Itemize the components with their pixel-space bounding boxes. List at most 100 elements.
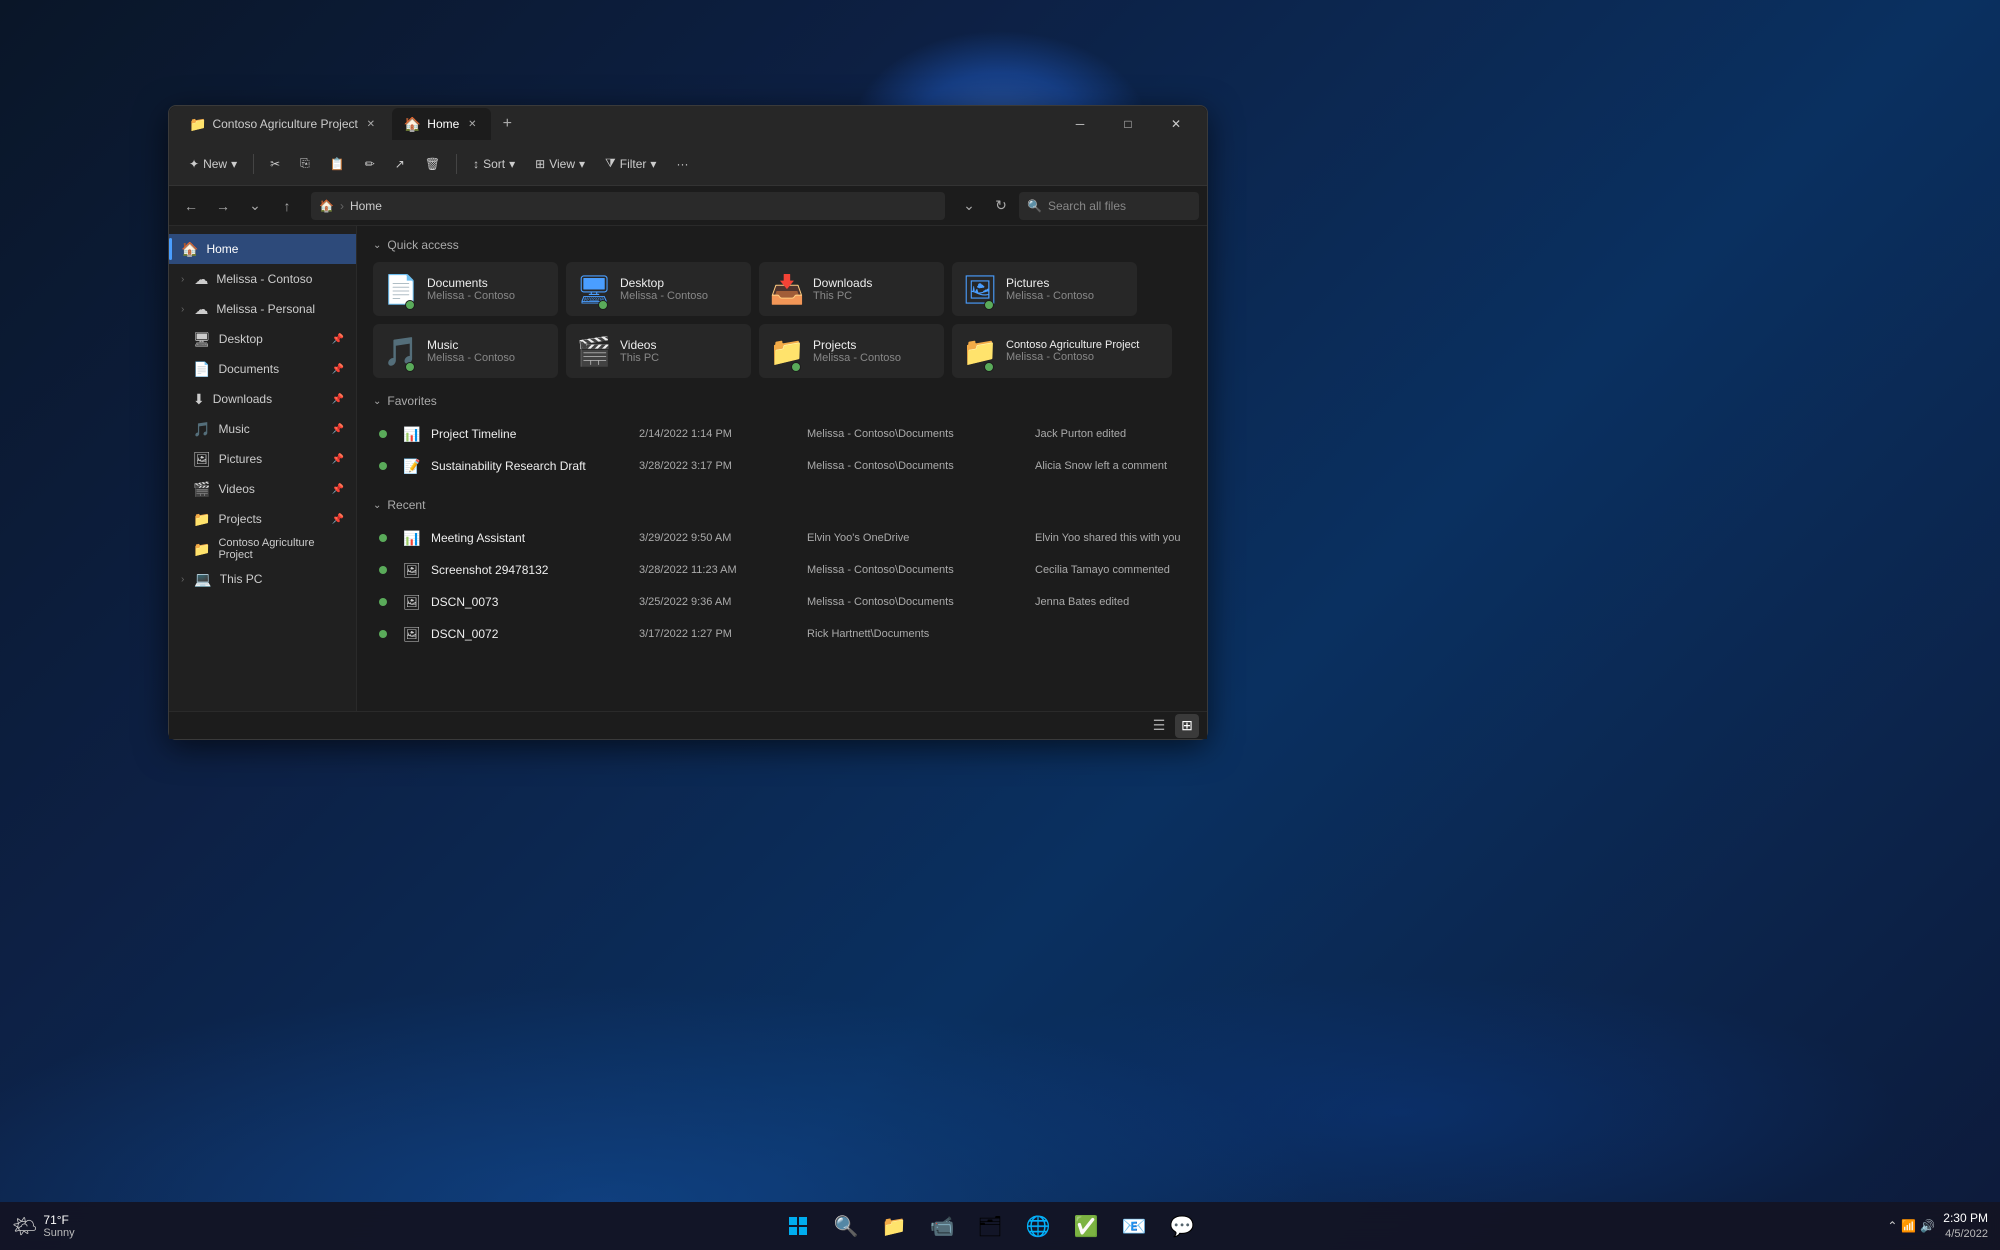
file-row-project-timeline[interactable]: 📊 Project Timeline 2/14/2022 1:14 PM Mel… [373, 418, 1191, 450]
minimize-button[interactable]: ─ [1057, 108, 1103, 140]
tab-contoso-close[interactable]: ✕ [364, 117, 378, 131]
sync-dot-sc [379, 566, 387, 574]
folder-tile-videos[interactable]: 🎬 Videos This PC [566, 324, 751, 378]
file-type-icon-sc: 🖼 [403, 562, 423, 579]
sidebar-item-this-pc[interactable]: › 💻 This PC [169, 564, 356, 594]
file-row-dscn0072[interactable]: 🖼 DSCN_0072 3/17/2022 1:27 PM Rick Hartn… [373, 618, 1191, 650]
tab-home-label: Home [427, 117, 459, 131]
outlook-taskbar[interactable]: 📧 [1114, 1206, 1154, 1246]
edge-taskbar[interactable]: 🌐 [1018, 1206, 1058, 1246]
window-controls: ─ □ ✕ [1057, 108, 1199, 140]
file-date-ma: 3/29/2022 9:50 AM [639, 532, 799, 544]
downloads-folder-icon-wrap: 📥 [769, 271, 805, 307]
explorer-taskbar[interactable]: 🗂 [970, 1206, 1010, 1246]
favorites-chevron: ⌄ [373, 396, 381, 407]
contoso-project-icon: 📁 [193, 541, 210, 558]
tab-bar: 📁 Contoso Agriculture Project ✕ 🏠 Home ✕… [177, 108, 1057, 140]
folder-tile-pictures[interactable]: 🖼 Pictures Melissa - Contoso [952, 262, 1137, 316]
up-button[interactable]: ↑ [273, 192, 301, 220]
pin-icon-projects: 📌 [332, 514, 344, 525]
file-explorer-taskbar[interactable]: 📁 [874, 1206, 914, 1246]
cloud-icon: ☁ [194, 271, 208, 288]
volume-icon[interactable]: 🔊 [1920, 1219, 1935, 1233]
sidebar-downloads-label: Downloads [213, 392, 272, 406]
copy-button[interactable]: ⎘ [292, 148, 318, 180]
toolbar-sep-1 [253, 154, 254, 174]
search-taskbar-button[interactable]: 🔍 [826, 1206, 866, 1246]
file-row-sustainability[interactable]: 📝 Sustainability Research Draft 3/28/202… [373, 450, 1191, 482]
sidebar-item-personal-cloud[interactable]: › ☁ Melissa - Personal [169, 294, 356, 324]
cut-button[interactable]: ✂ [262, 148, 288, 180]
sidebar-item-downloads[interactable]: ⬇ Downloads 📌 [181, 384, 356, 414]
sidebar-item-projects[interactable]: 📁 Projects 📌 [181, 504, 356, 534]
back-button[interactable]: ← [177, 192, 205, 220]
taskbar-weather[interactable]: 🌤 71°F Sunny [12, 1213, 112, 1239]
network-icon[interactable]: 📶 [1901, 1219, 1916, 1233]
delete-button[interactable]: 🗑 [417, 148, 448, 180]
sidebar-item-documents[interactable]: 📄 Documents 📌 [181, 354, 356, 384]
favorites-header[interactable]: ⌄ Favorites [373, 394, 1191, 408]
folder-tile-music[interactable]: 🎵 Music Melissa - Contoso [373, 324, 558, 378]
folder-tile-downloads[interactable]: 📥 Downloads This PC [759, 262, 944, 316]
documents-icon: 📄 [193, 361, 210, 378]
pin-icon-desktop: 📌 [332, 334, 344, 345]
view-button[interactable]: ⊞ View ▾ [527, 148, 593, 180]
breadcrumb[interactable]: 🏠 › Home [311, 192, 945, 220]
file-row-meeting-assistant[interactable]: 📊 Meeting Assistant 3/29/2022 9:50 AM El… [373, 522, 1191, 554]
recent-header[interactable]: ⌄ Recent [373, 498, 1191, 512]
more-button[interactable]: ··· [668, 148, 696, 180]
todo-taskbar[interactable]: ✅ [1066, 1206, 1106, 1246]
tab-home-icon: 🏠 [404, 116, 421, 133]
grid-view-button[interactable]: ⊞ [1175, 714, 1199, 738]
quick-access-header[interactable]: ⌄ Quick access [373, 238, 1191, 252]
folder-tile-projects[interactable]: 📁 Projects Melissa - Contoso [759, 324, 944, 378]
close-button[interactable]: ✕ [1153, 108, 1199, 140]
forward-button[interactable]: → [209, 192, 237, 220]
search-box[interactable]: 🔍 Search all files [1019, 192, 1199, 220]
new-button[interactable]: ✦ New ▾ [181, 148, 245, 180]
sync-dot-ma [379, 534, 387, 542]
teams-taskbar[interactable]: 💬 [1162, 1206, 1202, 1246]
file-type-icon-sr: 📝 [403, 458, 423, 475]
downloads-folder-sub: This PC [813, 290, 872, 302]
clock[interactable]: 2:30 PM 4/5/2022 [1943, 1211, 1988, 1241]
videos-folder-icon: 🎬 [577, 335, 612, 368]
tab-contoso[interactable]: 📁 Contoso Agriculture Project ✕ [177, 108, 390, 140]
sidebar-item-videos[interactable]: 🎬 Videos 📌 [181, 474, 356, 504]
file-row-screenshot[interactable]: 🖼 Screenshot 29478132 3/28/2022 11:23 AM… [373, 554, 1191, 586]
tab-home-close[interactable]: ✕ [465, 117, 479, 131]
sort-button[interactable]: ↕ Sort ▾ [465, 148, 523, 180]
title-bar: 📁 Contoso Agriculture Project ✕ 🏠 Home ✕… [169, 106, 1207, 142]
start-button[interactable] [778, 1206, 818, 1246]
filter-button[interactable]: ⧩ Filter ▾ [597, 148, 664, 180]
view-label: View [549, 157, 575, 171]
paste-button[interactable]: 📋 [322, 148, 353, 180]
file-row-dscn0073[interactable]: 🖼 DSCN_0073 3/25/2022 9:36 AM Melissa - … [373, 586, 1191, 618]
rename-button[interactable]: ✏ [357, 148, 383, 180]
tab-home[interactable]: 🏠 Home ✕ [392, 108, 491, 140]
file-name-ma: Meeting Assistant [431, 531, 631, 545]
sidebar-item-music[interactable]: 🎵 Music 📌 [181, 414, 356, 444]
breadcrumb-expand-button[interactable]: ⌄ [955, 192, 983, 220]
list-view-button[interactable]: ☰ [1147, 714, 1171, 738]
teams-meet-taskbar[interactable]: 📹 [922, 1206, 962, 1246]
sidebar-this-pc-label: This PC [220, 572, 263, 586]
folder-tile-documents[interactable]: 📄 Documents Melissa - Contoso [373, 262, 558, 316]
recent-locations-button[interactable]: ⌄ [241, 192, 269, 220]
chevron-tray-icon[interactable]: ⌃ [1887, 1219, 1897, 1233]
sidebar-videos-label: Videos [218, 482, 254, 496]
maximize-button[interactable]: □ [1105, 108, 1151, 140]
new-tab-button[interactable]: + [493, 110, 521, 138]
folder-tile-desktop[interactable]: 🖥 Desktop Melissa - Contoso [566, 262, 751, 316]
refresh-button[interactable]: ↻ [987, 192, 1015, 220]
folder-tile-contoso-ag[interactable]: 📁 Contoso Agriculture Project Melissa - … [952, 324, 1172, 378]
documents-folder-info: Documents Melissa - Contoso [427, 276, 515, 302]
sidebar-item-contoso-cloud[interactable]: › ☁ Melissa - Contoso [169, 264, 356, 294]
search-placeholder: Search all files [1048, 199, 1126, 213]
file-activity-pt: Jack Purton edited [1035, 428, 1185, 440]
sidebar-item-desktop[interactable]: 🖥 Desktop 📌 [181, 324, 356, 354]
sidebar-item-home[interactable]: 🏠 Home [169, 234, 356, 264]
sidebar-item-contoso-project[interactable]: 📁 Contoso Agriculture Project [181, 534, 356, 564]
sidebar-item-pictures[interactable]: 🖼 Pictures 📌 [181, 444, 356, 474]
share-button[interactable]: ↗ [387, 148, 413, 180]
